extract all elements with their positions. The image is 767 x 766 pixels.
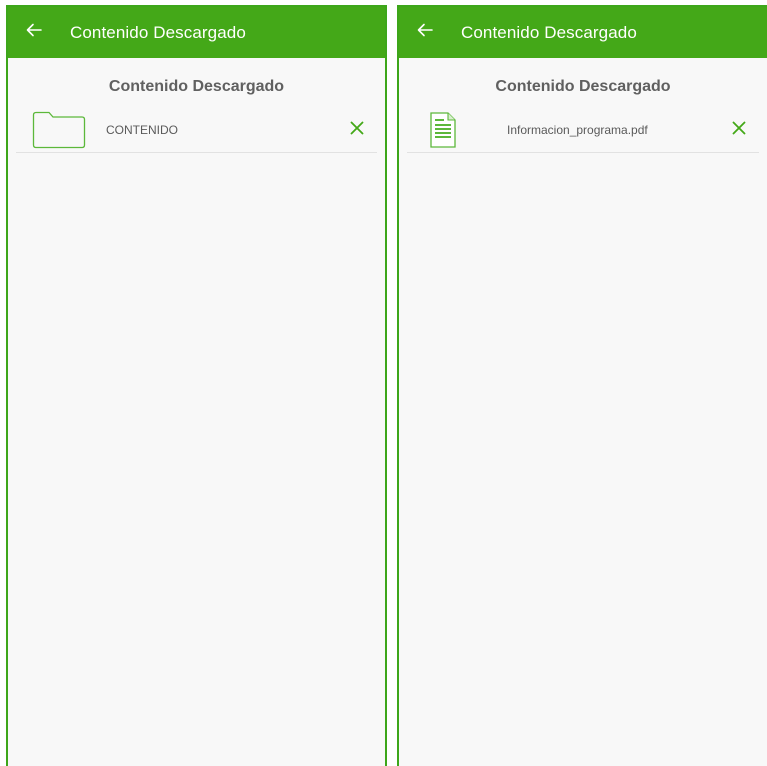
page-title: Contenido Descargado bbox=[495, 78, 671, 95]
close-icon bbox=[350, 121, 364, 140]
app-bar-title: Contenido Descargado bbox=[461, 22, 637, 42]
back-button[interactable] bbox=[405, 7, 445, 58]
app-bar: Contenido Descargado bbox=[399, 7, 767, 58]
app-bar-title: Contenido Descargado bbox=[70, 22, 246, 42]
document-icon bbox=[427, 110, 459, 150]
screen-folder-view: Contenido Descargado Contenido Descargad… bbox=[6, 5, 387, 766]
list-item-contenido[interactable]: CONTENIDO bbox=[16, 108, 377, 153]
arrow-left-icon bbox=[417, 23, 433, 42]
list-item-label: CONTENIDO bbox=[106, 123, 178, 137]
app-bar: Contenido Descargado bbox=[8, 7, 385, 58]
remove-button[interactable] bbox=[345, 118, 369, 142]
list-item-informacion-programa[interactable]: Informacion_programa.pdf bbox=[407, 108, 759, 153]
list-item-label: Informacion_programa.pdf bbox=[507, 123, 648, 137]
page-title: Contenido Descargado bbox=[108, 78, 285, 95]
folder-icon bbox=[32, 110, 86, 150]
arrow-left-icon bbox=[26, 23, 42, 42]
close-icon bbox=[732, 121, 746, 140]
screen-file-view: Contenido Descargado Contenido Descargad… bbox=[397, 5, 767, 766]
back-button[interactable] bbox=[14, 7, 54, 58]
remove-button[interactable] bbox=[727, 118, 751, 142]
